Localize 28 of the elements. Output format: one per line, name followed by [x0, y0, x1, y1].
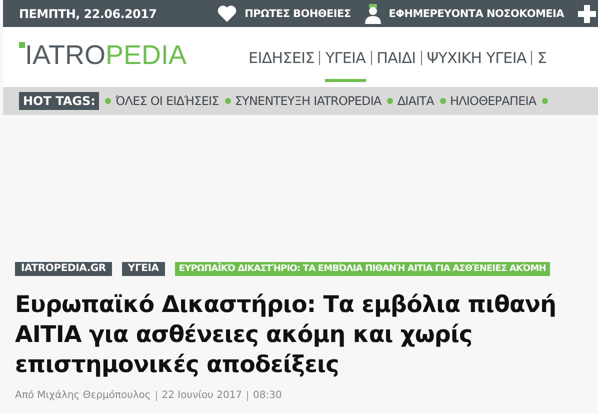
tag-link[interactable]: ΌΛΕΣ ΟΙ ΕΙΔΉΣΕΙΣ — [115, 94, 219, 108]
nav-tab[interactable]: ΠΑΙΔΙ — [376, 42, 416, 82]
bullet-icon — [224, 98, 231, 104]
bullet-icon — [440, 98, 446, 104]
author-text: Από Μιχάλης Θερμόπουλος — [15, 390, 151, 401]
bullet-icon — [387, 98, 394, 104]
nav-tab[interactable]: ΥΓΕΙΑ — [325, 42, 366, 82]
tag-link[interactable]: ΣΥΝΕΝΤΕΥΞΗ IATROPEDIA — [234, 94, 382, 108]
bullet-icon — [105, 98, 112, 104]
hot-tags-label: HOT TAGS: — [19, 92, 100, 110]
date-text: 22 Ιουνίου 2017 — [162, 390, 242, 401]
cross-icon[interactable] — [578, 4, 596, 22]
first-aid-link[interactable]: ΠΡΩΤΕΣ ΒΟΗΘΕΙΕΣ — [216, 5, 351, 22]
time-text: 08:30 — [253, 390, 282, 401]
logo[interactable]: IATROPEDIA — [19, 40, 187, 70]
article-title: Ευρωπαϊκό Δικαστήριο: Τα εμβόλια πιθανή ΑΙΤΙΑ για ασθένειες ακόμη και χωρίς επιστημονικές αποδείξεις — [15, 291, 558, 380]
bullet-icon — [542, 98, 548, 104]
doctor-icon — [364, 4, 381, 24]
hospitals-link[interactable]: ΕΦΗΜΕΡΕΥΟΝΤΑ ΝΟΣΟΚΟΜΕΙΑ — [364, 4, 564, 24]
nav-tab[interactable]: ΕΙΔΗΣΕΙΣ — [248, 42, 314, 82]
heart-icon — [216, 5, 237, 22]
breadcrumb-link[interactable]: ΥΓΕΙΑ — [122, 262, 165, 276]
nav-tab[interactable]: ΨΥΧΙΚΗ ΥΓΕΙΑ — [426, 42, 526, 82]
date-text: ΠΕΜΠΤΗ, 22.06.2017 — [19, 6, 157, 20]
breadcrumb-link[interactable]: IATROPEDIA.GR — [15, 262, 112, 276]
nav-tab[interactable]: Σ — [537, 42, 547, 82]
tag-link[interactable]: ΗΛΙΟΘΕΡΑΠΕΙΑ — [450, 94, 536, 108]
tag-link[interactable]: ΔΙΑΙΤΑ — [397, 94, 434, 108]
